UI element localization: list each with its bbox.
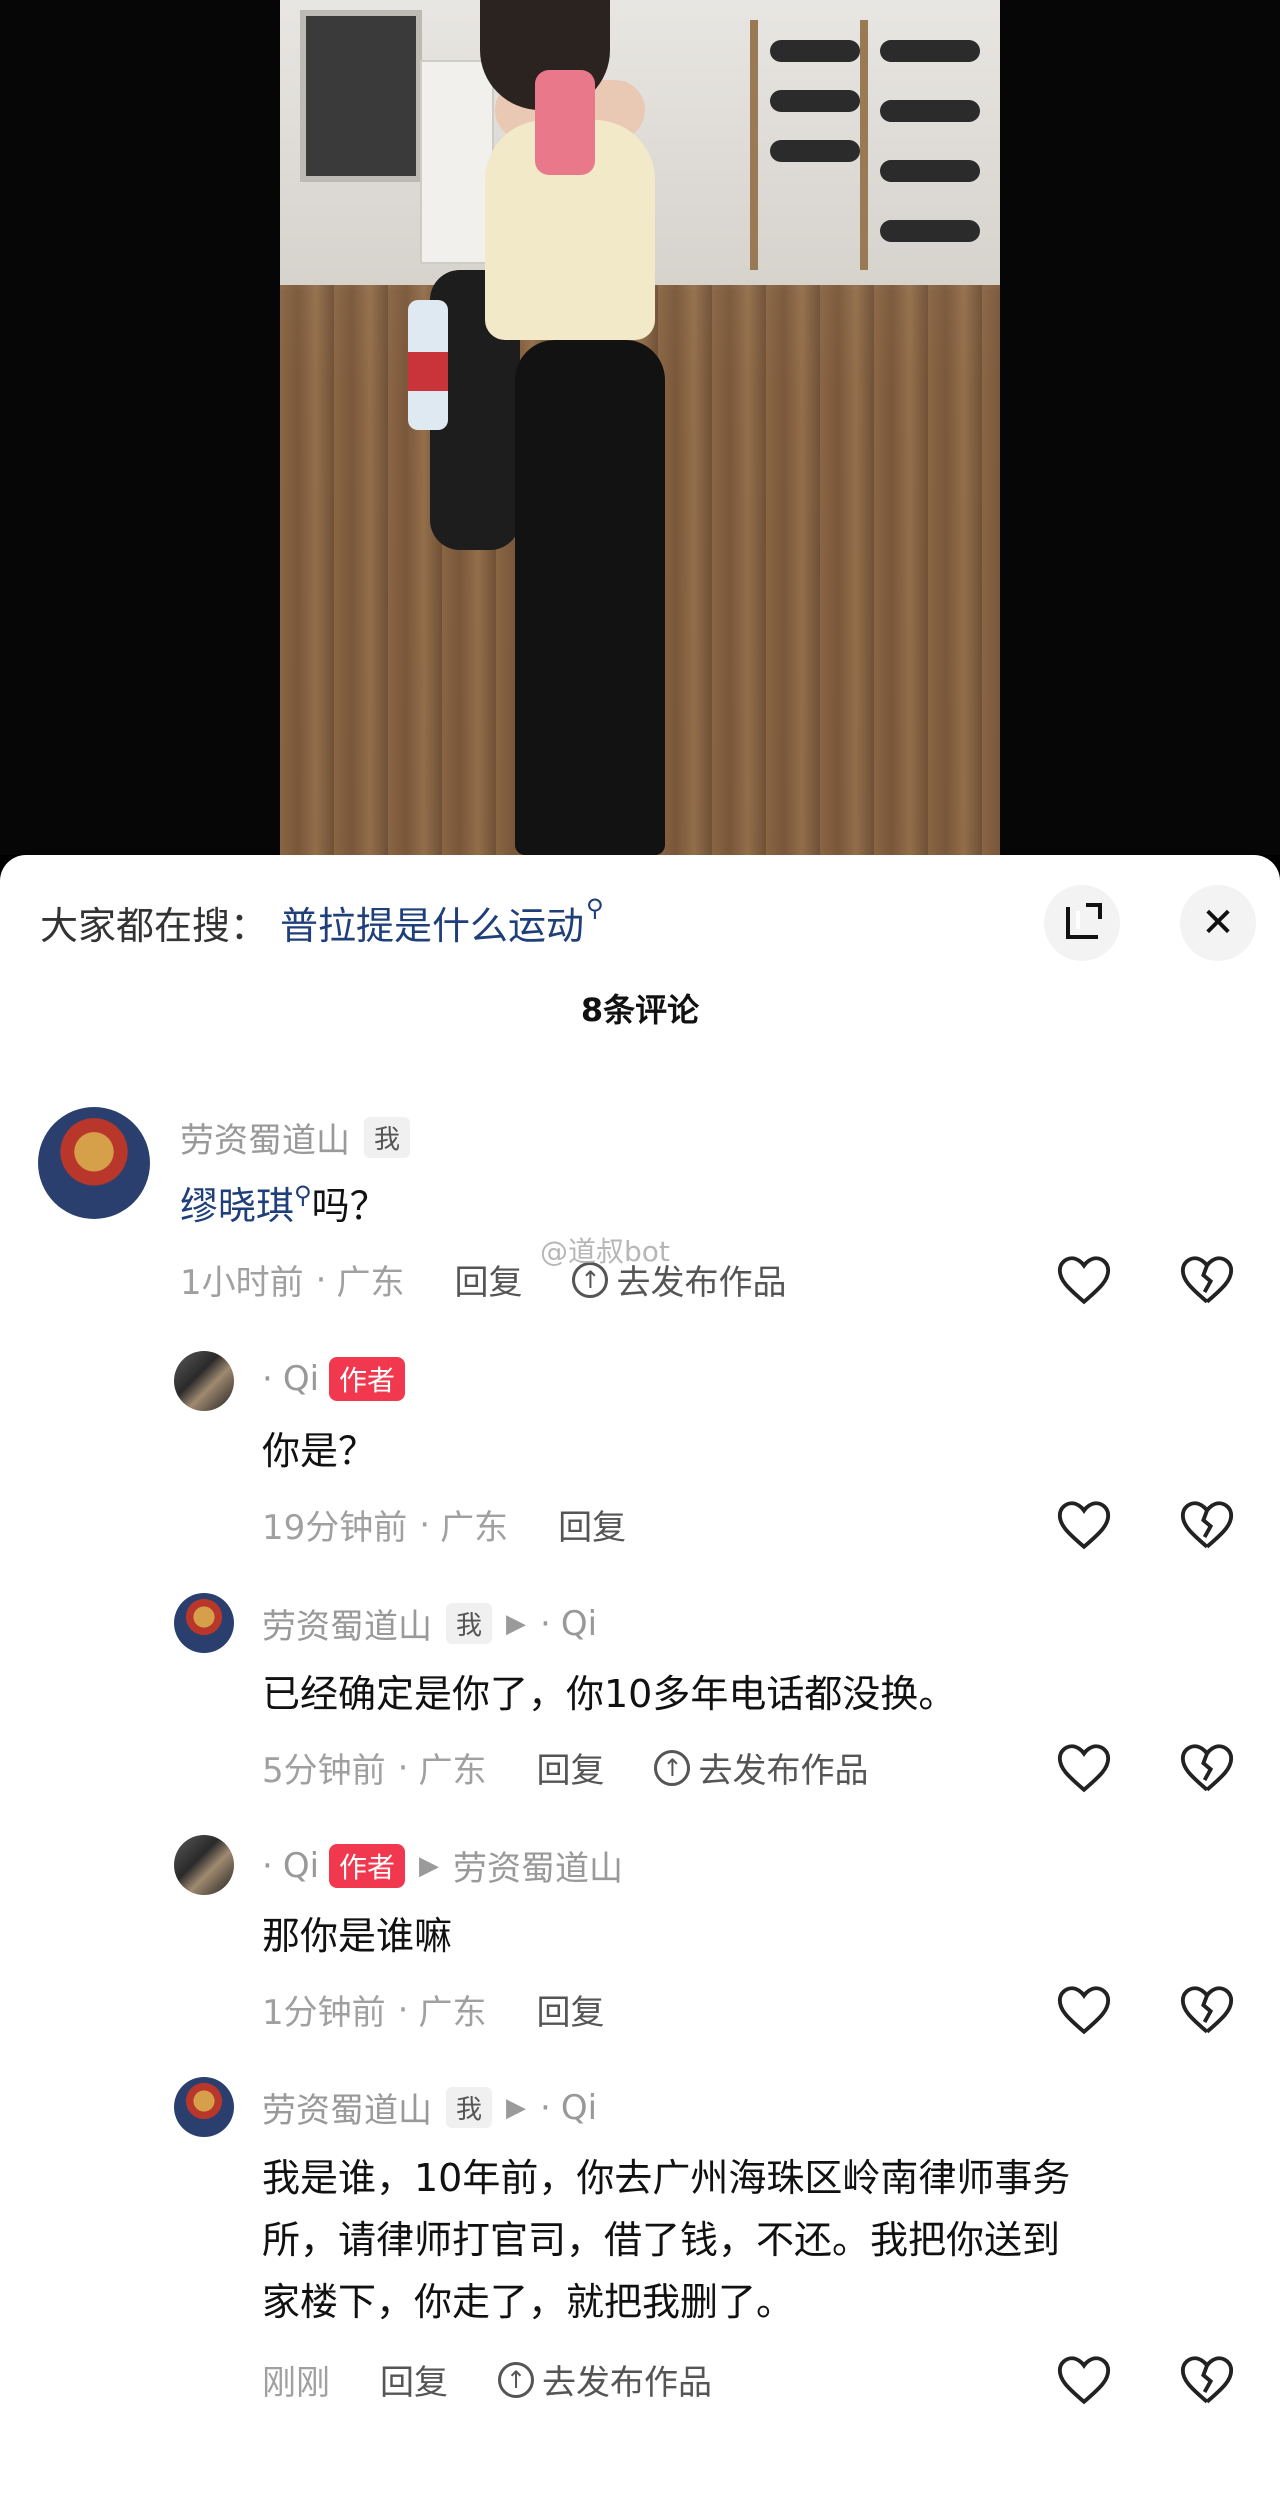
foam-roller xyxy=(770,140,860,162)
reply-to-username[interactable]: 劳资蜀道山 xyxy=(453,1841,623,1890)
comment-location: 广东 xyxy=(418,1993,487,2033)
trending-search-term[interactable]: 普拉提是什么运动 xyxy=(280,895,584,950)
comment-location: 广东 xyxy=(440,1508,509,1548)
username[interactable]: 劳资蜀道山 xyxy=(262,1599,432,1648)
comment-author-line: 劳资蜀道山 我 xyxy=(180,1113,411,1162)
heart-icon[interactable] xyxy=(1055,1251,1113,1309)
reply-button[interactable]: 回复 xyxy=(558,1500,626,1549)
heart-icon[interactable] xyxy=(1055,1981,1113,2039)
avatar[interactable] xyxy=(174,1593,234,1653)
comment-text: 缪晓琪⚲吗？ xyxy=(180,1175,388,1242)
comment-time: 刚刚 xyxy=(262,2363,330,2403)
reply-arrow-icon: ▶ xyxy=(506,1608,527,1639)
publish-label: 去发布作品 xyxy=(698,1751,869,1791)
comment-meta: 1小时前 · 广东 回复 ↑ 去发布作品 xyxy=(180,1255,786,1304)
close-icon: ✕ xyxy=(1201,900,1235,946)
avatar[interactable] xyxy=(38,1107,150,1219)
me-badge: 我 xyxy=(364,1117,411,1158)
comment-meta: 1分钟前 · 广东 回复 xyxy=(262,1985,604,2034)
author-badge: 作者 xyxy=(329,1357,406,1401)
comment-text: 我是谁，10年前，你去广州海珠区岭南律师事务 所，请律师打官司，借了钱，不还。我… xyxy=(262,2147,1070,2333)
comment-meta: 19分钟前 · 广东 回复 xyxy=(262,1500,626,1549)
comment-text-tail: 吗？ xyxy=(311,1184,388,1228)
foam-roller xyxy=(880,100,980,122)
avatar[interactable] xyxy=(174,2077,234,2137)
expand-icon xyxy=(1066,903,1102,939)
close-button[interactable]: ✕ xyxy=(1180,885,1256,961)
author-badge: 作者 xyxy=(329,1843,406,1888)
upload-icon: ↑ xyxy=(498,2361,534,2398)
comment-meta: 5分钟前 · 广东 回复 ↑ 去发布作品 xyxy=(262,1743,868,1792)
broken-heart-icon[interactable] xyxy=(1178,1496,1236,1554)
comment-meta: 刚刚 回复 ↑ 去发布作品 xyxy=(262,2355,712,2404)
comment-text: 已经确定是你了，你10多年电话都没换。 xyxy=(262,1672,957,1716)
foam-roller xyxy=(880,40,980,62)
reply-button[interactable]: 回复 xyxy=(536,1743,604,1792)
expand-button[interactable] xyxy=(1044,885,1120,961)
pink-phone xyxy=(535,70,595,175)
foam-roller xyxy=(770,90,860,112)
person-legs xyxy=(515,340,665,855)
trending-search-prefix: 大家都在搜： xyxy=(40,903,269,948)
reply-button[interactable]: 回复 xyxy=(454,1255,522,1304)
comment-text-line: 所，请律师打官司，借了钱，不还。我把你送到 xyxy=(262,2218,1061,2262)
foam-roller-rack xyxy=(860,20,868,270)
comment-count: 8条评论 xyxy=(580,991,700,1029)
comment-text-line: 我是谁，10年前，你去广州海珠区岭南律师事务 xyxy=(262,2156,1071,2200)
avatar[interactable] xyxy=(174,1835,234,1895)
publish-label: 去发布作品 xyxy=(542,2363,712,2403)
comment-text: 你是？ xyxy=(262,1429,377,1473)
reply-button[interactable]: 回复 xyxy=(536,1985,604,2034)
comment-author-line: · Qi 作者 xyxy=(262,1357,406,1401)
comment-time: 1分钟前 xyxy=(262,1993,386,2033)
foam-roller xyxy=(880,220,980,242)
comment-author-line: 劳资蜀道山 我 ▶ · Qi xyxy=(262,2083,597,2132)
reply-button[interactable]: 回复 xyxy=(380,2355,448,2404)
video-frame[interactable] xyxy=(280,0,1000,855)
gym-window xyxy=(300,10,422,182)
trending-search[interactable]: 大家都在搜： 普拉提是什么运动 ⚲ xyxy=(40,894,604,950)
comment-text: 那你是谁嘛 xyxy=(262,1914,453,1958)
heart-icon[interactable] xyxy=(1055,1496,1113,1554)
broken-heart-icon[interactable] xyxy=(1178,1981,1236,2039)
comment-author-line: · Qi 作者 ▶ 劳资蜀道山 xyxy=(262,1841,623,1890)
comment-time: 5分钟前 xyxy=(262,1751,386,1791)
reply-arrow-icon: ▶ xyxy=(506,2092,527,2123)
air-conditioner xyxy=(420,60,494,264)
reply-to-username[interactable]: Qi xyxy=(561,1604,597,1644)
username[interactable]: Qi xyxy=(283,1846,319,1886)
broken-heart-icon[interactable] xyxy=(1178,1251,1236,1309)
comment-sheet: 大家都在搜： 普拉提是什么运动 ⚲ ✕ 8条评论 劳资蜀道山 我 缪晓琪⚲吗？ … xyxy=(0,855,1280,2498)
comment-location: 广东 xyxy=(418,1751,487,1791)
foam-roller xyxy=(880,160,980,182)
me-badge: 我 xyxy=(446,1603,493,1644)
reply-arrow-icon: ▶ xyxy=(419,1850,440,1881)
publish-button[interactable]: ↑ 去发布作品 xyxy=(498,2355,712,2404)
comment-author-line: 劳资蜀道山 我 ▶ · Qi xyxy=(262,1599,597,1648)
reply-to-username[interactable]: Qi xyxy=(561,2088,597,2128)
broken-heart-icon[interactable] xyxy=(1178,1739,1236,1797)
username[interactable]: 劳资蜀道山 xyxy=(180,1113,350,1162)
foam-roller xyxy=(770,40,860,62)
video-player[interactable] xyxy=(0,0,1280,855)
watermark: @道叔bot xyxy=(540,1235,670,1268)
search-icon: ⚲ xyxy=(294,1181,312,1209)
me-badge: 我 xyxy=(446,2087,493,2128)
avatar[interactable] xyxy=(174,1351,234,1411)
comment-time: 19分钟前 xyxy=(262,1508,408,1548)
comment-text-line: 家楼下，你走了，就把我删了。 xyxy=(262,2280,795,2324)
upload-icon: ↑ xyxy=(654,1749,691,1786)
water-bottle xyxy=(408,300,448,430)
heart-icon[interactable] xyxy=(1055,2351,1113,2409)
publish-button[interactable]: ↑ 去发布作品 xyxy=(654,1743,868,1792)
username[interactable]: Qi xyxy=(283,1359,319,1399)
comment-time: 1小时前 xyxy=(180,1263,304,1303)
heart-icon[interactable] xyxy=(1055,1739,1113,1797)
search-icon: ⚲ xyxy=(586,894,604,922)
search-link[interactable]: 缪晓琪 xyxy=(180,1184,294,1228)
broken-heart-icon[interactable] xyxy=(1178,2351,1236,2409)
comment-location: 广东 xyxy=(336,1263,405,1303)
username[interactable]: 劳资蜀道山 xyxy=(262,2083,432,2132)
foam-roller-rack xyxy=(750,20,758,270)
